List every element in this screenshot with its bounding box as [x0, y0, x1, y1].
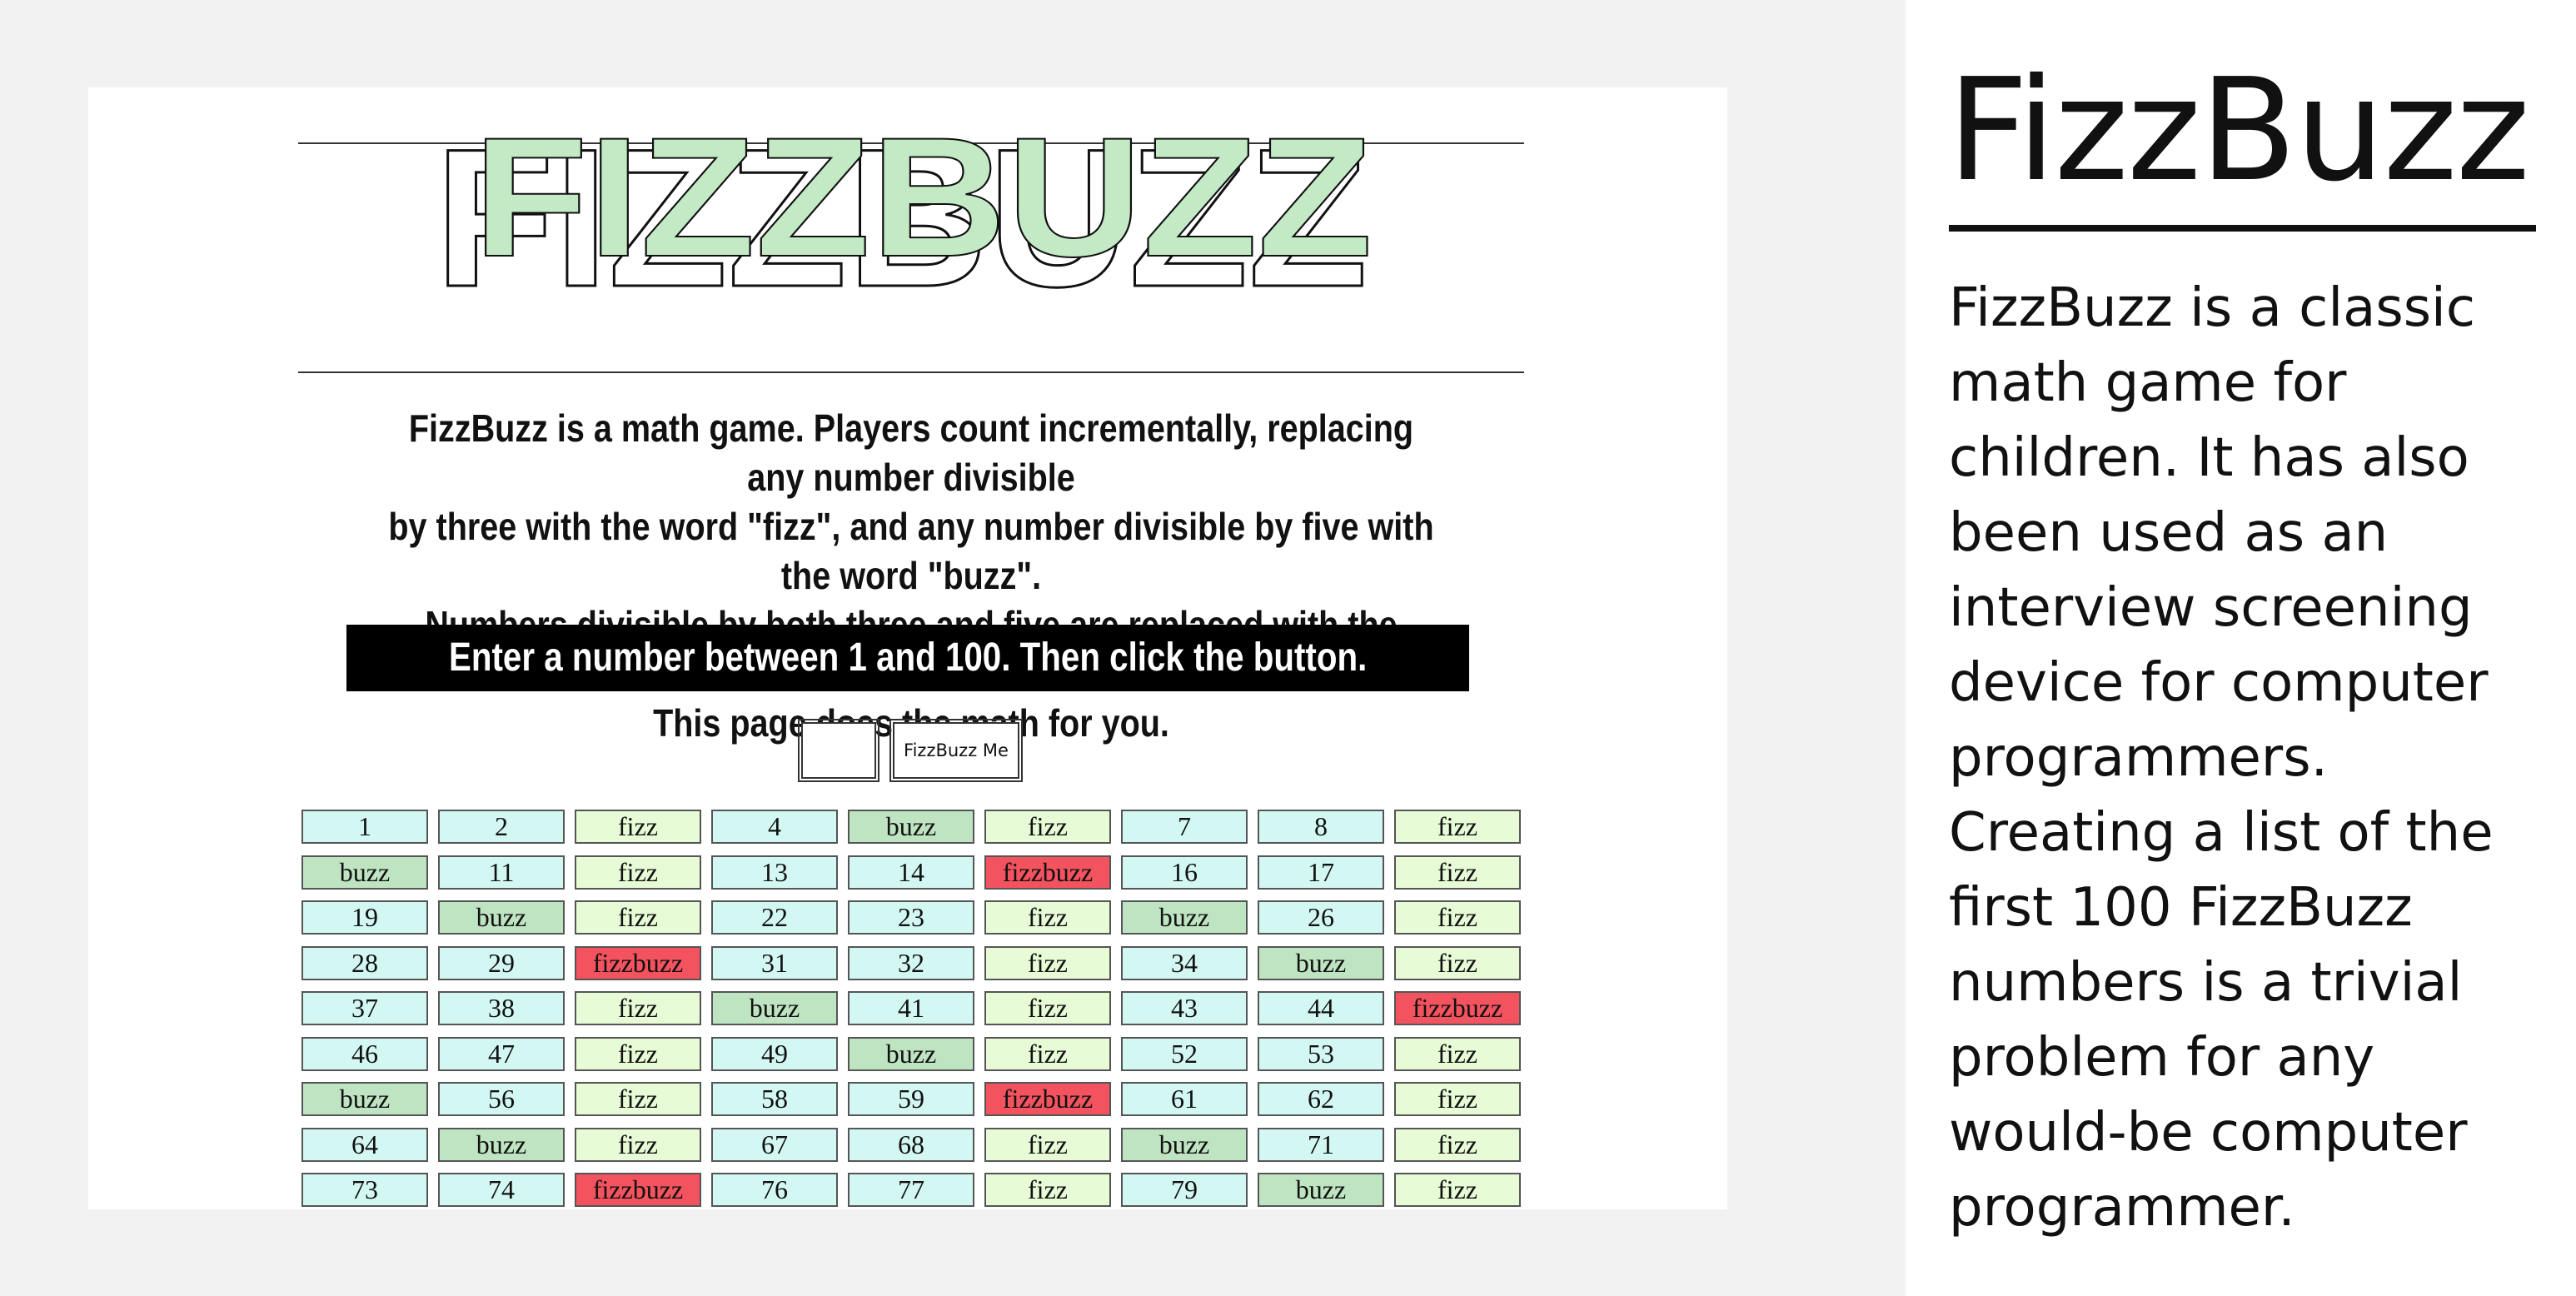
sidebar-divider: [1949, 225, 2536, 232]
result-cell: buzz: [301, 1082, 428, 1116]
result-cell: 1: [301, 810, 428, 844]
result-cell: 23: [848, 900, 974, 935]
result-cell: 47: [438, 1036, 565, 1071]
result-cell: fizz: [984, 991, 1111, 1025]
result-cell: 8: [1258, 810, 1384, 844]
sidebar-title: FizzBuzz: [1947, 48, 2530, 213]
result-cell: 31: [711, 945, 838, 980]
result-cell: 56: [438, 1082, 565, 1116]
result-cell: fizzbuzz: [575, 1173, 701, 1207]
result-cell: 44: [1258, 991, 1384, 1025]
result-cell: buzz: [1258, 1173, 1384, 1207]
result-cell: 19: [301, 900, 428, 935]
result-cell: 14: [848, 855, 974, 890]
result-cell: fizz: [984, 810, 1111, 844]
result-cell: buzz: [1121, 900, 1248, 935]
result-cell: 62: [1258, 1082, 1384, 1116]
result-cell: buzz: [1121, 1127, 1248, 1162]
prompt-row: Enter a number between 1 and 100. Then c…: [88, 625, 1727, 691]
result-cell: buzz: [848, 1036, 974, 1071]
result-cell: fizz: [984, 945, 1111, 980]
result-cell: fizz: [1394, 855, 1521, 890]
result-cell: fizz: [984, 1173, 1111, 1207]
result-cell: 76: [711, 1173, 838, 1207]
result-cell: 73: [301, 1173, 428, 1207]
result-cell: buzz: [711, 991, 838, 1025]
result-cell: 64: [301, 1127, 428, 1162]
result-cell: fizz: [1394, 945, 1521, 980]
result-cell: buzz: [848, 810, 974, 844]
result-cell: 2: [438, 810, 565, 844]
result-cell: fizz: [575, 991, 701, 1025]
intro-paragraph: FizzBuzz is a math game. Players count i…: [384, 404, 1438, 748]
logo-text-face: FIZZBUZZ: [473, 112, 1373, 292]
result-cell: 32: [848, 945, 974, 980]
result-cell: 4: [711, 810, 838, 844]
result-cell: fizz: [575, 855, 701, 890]
result-cell: fizz: [1394, 1127, 1521, 1162]
result-cell: 17: [1258, 855, 1384, 890]
result-cell: 59: [848, 1082, 974, 1116]
result-cell: 77: [848, 1173, 974, 1207]
instruction-text: Enter a number between 1 and 100. Then c…: [448, 636, 1368, 680]
result-cell: buzz: [301, 855, 428, 890]
result-cell: 29: [438, 945, 565, 980]
result-cell: 46: [301, 1036, 428, 1071]
result-cell: fizz: [575, 1082, 701, 1116]
result-cell: 79: [1121, 1173, 1248, 1207]
result-cell: 71: [1258, 1127, 1384, 1162]
result-cell: fizzbuzz: [984, 1082, 1111, 1116]
result-cell: 38: [438, 991, 565, 1025]
sidebar-description: FizzBuzz is a classic math game for chil…: [1949, 277, 2494, 1239]
result-cell: 13: [711, 855, 838, 890]
result-cell: fizz: [575, 810, 701, 844]
result-cell: 37: [301, 991, 428, 1025]
result-cell: 53: [1258, 1036, 1384, 1071]
result-cell: 26: [1258, 900, 1384, 935]
result-cell: 7: [1121, 810, 1248, 844]
instruction-banner: Enter a number between 1 and 100. Then c…: [346, 625, 1470, 691]
result-cell: 43: [1121, 991, 1248, 1025]
result-cell: 68: [848, 1127, 974, 1162]
result-cell: 16: [1121, 855, 1248, 890]
fizzbuzz-me-button[interactable]: FizzBuzz Me: [889, 719, 1023, 782]
result-cell: fizz: [575, 900, 701, 935]
result-cell: fizzbuzz: [984, 855, 1111, 890]
result-cell: fizz: [984, 1127, 1111, 1162]
intro-line: FizzBuzz is a math game. Players count i…: [408, 406, 1414, 499]
result-cell: buzz: [438, 1127, 565, 1162]
result-cell: 58: [711, 1082, 838, 1116]
result-cell: fizz: [575, 1127, 701, 1162]
article-sidebar: FizzBuzz FizzBuzz is a classic math game…: [1906, 0, 2576, 1296]
result-cell: fizzbuzz: [575, 945, 701, 980]
result-cell: 67: [711, 1127, 838, 1162]
result-cell: fizz: [1394, 1036, 1521, 1071]
result-cell: 49: [711, 1036, 838, 1071]
result-cell: buzz: [438, 900, 565, 935]
result-cell: 11: [438, 855, 565, 890]
result-cell: fizz: [984, 900, 1111, 935]
result-cell: 22: [711, 900, 838, 935]
intro-line: by three with the word "fizz", and any n…: [388, 505, 1434, 597]
result-cell: fizzbuzz: [1394, 991, 1521, 1025]
number-input[interactable]: [798, 719, 879, 782]
result-cell: fizz: [1394, 900, 1521, 935]
result-cell: fizz: [984, 1036, 1111, 1071]
result-cell: buzz: [1258, 945, 1384, 980]
result-cell: fizz: [1394, 1082, 1521, 1116]
result-cell: 52: [1121, 1036, 1248, 1071]
fizzbuzz-logo: FIZZBUZZ FIZZBUZZ: [434, 112, 1374, 299]
result-cell: 34: [1121, 945, 1248, 980]
result-cell: 41: [848, 991, 974, 1025]
result-cell: 28: [301, 945, 428, 980]
result-cell: fizz: [1394, 810, 1521, 844]
result-cell: 61: [1121, 1082, 1248, 1116]
result-cell: fizz: [575, 1036, 701, 1071]
bottom-divider: [298, 371, 1524, 373]
result-cell: fizz: [1394, 1173, 1521, 1207]
fizzbuzz-webpage-screenshot: FIZZBUZZ FIZZBUZZ FizzBuzz is a math gam…: [88, 87, 1727, 1209]
result-cell: 74: [438, 1173, 565, 1207]
